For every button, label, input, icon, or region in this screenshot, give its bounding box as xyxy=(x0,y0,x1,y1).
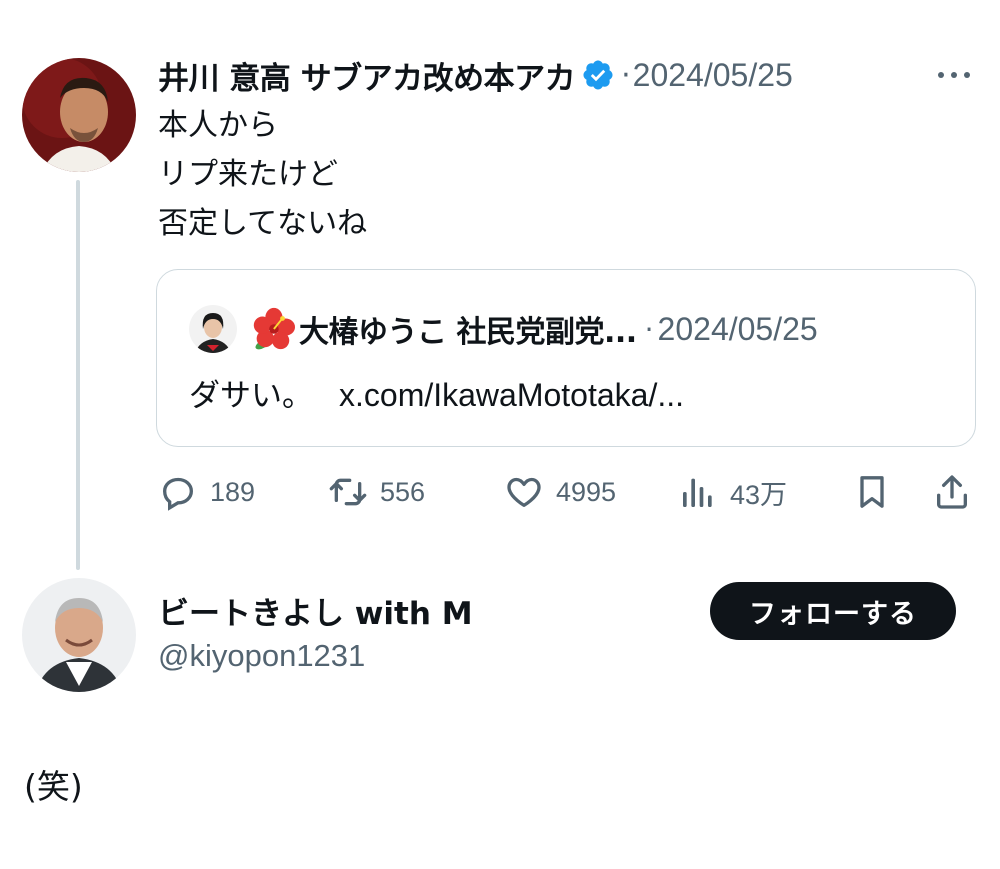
views-chart-icon xyxy=(683,478,712,507)
quoted-tweet-message: ダサい。 xyxy=(189,378,313,414)
quoted-author-avatar xyxy=(189,305,237,353)
follow-button[interactable]: フォローする xyxy=(710,582,956,640)
bookmark-icon xyxy=(860,476,884,508)
tweet-date[interactable]: 2024/05/25 xyxy=(633,57,793,94)
reply-author-name[interactable]: ビートきよし with M xyxy=(158,588,473,633)
quoted-author-name: 大椿ゆうこ 社民党副党... xyxy=(299,315,637,350)
quoted-header-separator: · xyxy=(644,312,654,346)
quoted-tweet-date: 2024/05/25 xyxy=(657,310,818,347)
reply-icon xyxy=(162,477,194,511)
verified-badge-icon xyxy=(583,60,613,90)
tweet-body-line-2: リプ来たけど xyxy=(158,157,338,192)
reply-author-handle[interactable]: @kiyopon1231 xyxy=(158,638,365,674)
tweet-body-line-3: 否定してないね xyxy=(158,206,368,241)
reply-text: (笑) xyxy=(24,767,83,806)
heart-icon xyxy=(507,477,541,507)
quoted-tweet-link[interactable]: x.com/IkawaMototaka/... xyxy=(339,377,684,413)
retweet-icon xyxy=(329,478,367,506)
thread-connector-line xyxy=(76,180,80,570)
more-horizontal-icon[interactable] xyxy=(934,60,974,90)
like-count: 4995 xyxy=(556,476,617,507)
retweet-button[interactable]: 556 xyxy=(328,470,425,514)
reply-author-avatar[interactable] xyxy=(22,578,136,692)
share-button[interactable] xyxy=(932,470,972,514)
author-avatar[interactable] xyxy=(22,58,136,172)
reply-button[interactable]: 189 xyxy=(158,470,255,514)
tweet-body-line-1: 本人から xyxy=(158,108,278,143)
hibiscus-emoji-icon xyxy=(253,307,295,350)
retweet-count: 556 xyxy=(380,476,426,507)
quoted-tweet-card[interactable]: 大椿ゆうこ 社民党副党... · 2024/05/25 ダサい。 x.com/Ik… xyxy=(156,269,976,447)
share-icon xyxy=(937,475,967,509)
bookmark-button[interactable] xyxy=(852,470,892,514)
like-button[interactable]: 4995 xyxy=(504,470,616,514)
author-name[interactable]: 井川 意高 サブアカ改め本アカ xyxy=(158,53,576,98)
tweet-header: 井川 意高 サブアカ改め本アカ · 2024/05/25 xyxy=(158,52,793,98)
quoted-tweet-text: ダサい。 x.com/IkawaMototaka/... xyxy=(189,370,684,415)
views-count: 43万 xyxy=(730,479,788,510)
reply-count: 189 xyxy=(210,476,256,507)
quoted-tweet-header: 大椿ゆうこ 社民党副党... · 2024/05/25 xyxy=(189,304,818,354)
header-separator: · xyxy=(621,57,631,93)
views-button[interactable]: 43万 xyxy=(678,470,787,514)
